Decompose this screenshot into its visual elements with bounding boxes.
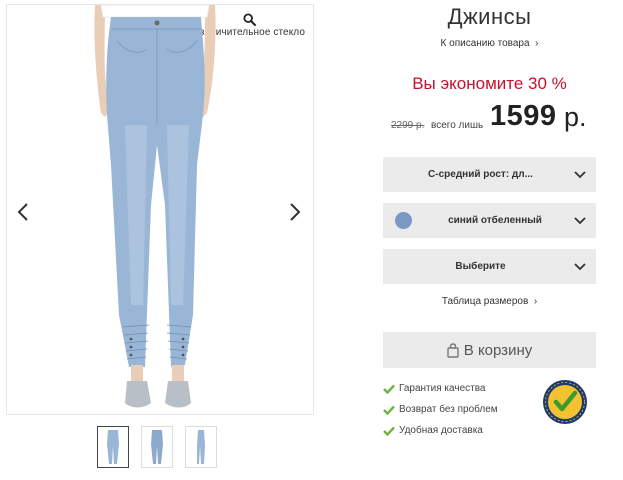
price-row: 2299 р. всего лишь 1599 р. xyxy=(383,100,596,136)
chevron-left-icon xyxy=(17,203,28,221)
add-to-cart-label: В корзину xyxy=(463,341,533,359)
previous-image-button[interactable] xyxy=(13,201,33,223)
benefits-list: Гарантия качества Возврат без проблем Уд… xyxy=(383,378,498,441)
description-link[interactable]: К описанию товара › xyxy=(383,38,596,49)
size-type-value: С-средний рост: дл... xyxy=(428,169,533,180)
product-title: Джинсы xyxy=(447,4,532,29)
benefit-label: Удобная доставка xyxy=(399,425,483,436)
size-value: Выберите xyxy=(455,261,506,272)
product-gallery: Увеличительное стекло xyxy=(6,4,314,415)
savings-text: Вы экономите 30 % xyxy=(412,74,567,93)
shopping-bag-icon xyxy=(447,342,459,358)
benefit-item: Возврат без проблем xyxy=(383,399,498,420)
current-price: 1599 xyxy=(490,100,557,132)
chevron-right-icon xyxy=(290,203,301,221)
chevron-right-icon: › xyxy=(532,38,539,49)
size-table-link[interactable]: Таблица размеров › xyxy=(383,296,596,307)
benefit-label: Гарантия качества xyxy=(399,383,486,394)
checkmark-icon xyxy=(383,405,397,415)
size-select[interactable]: Выберите xyxy=(383,249,596,284)
color-select[interactable]: синий отбеленный xyxy=(383,203,596,238)
chevron-right-icon: › xyxy=(531,296,538,307)
old-price: 2299 р. xyxy=(391,120,425,131)
checkmark-icon xyxy=(383,384,397,394)
chevron-down-icon xyxy=(564,262,596,271)
add-to-cart-button[interactable]: В корзину xyxy=(383,332,596,368)
quality-seal-icon xyxy=(543,380,587,424)
benefit-item: Гарантия качества xyxy=(383,378,498,399)
next-image-button[interactable] xyxy=(285,201,305,223)
currency: р. xyxy=(564,102,587,132)
product-image xyxy=(94,5,216,408)
only-label: всего лишь xyxy=(431,120,484,131)
benefit-item: Удобная доставка xyxy=(383,420,498,441)
thumbnail-side[interactable] xyxy=(185,426,217,468)
thumbnail-back[interactable] xyxy=(141,426,173,468)
color-swatch xyxy=(395,212,412,229)
checkmark-icon xyxy=(383,426,397,436)
size-type-select[interactable]: С-средний рост: дл... xyxy=(383,157,596,192)
chevron-down-icon xyxy=(564,216,596,225)
size-table-label: Таблица размеров xyxy=(441,296,529,307)
thumbnail-front[interactable] xyxy=(97,426,129,468)
thumbnail-strip xyxy=(97,426,217,468)
chevron-down-icon xyxy=(564,170,596,179)
color-value: синий отбеленный xyxy=(448,215,542,226)
benefit-label: Возврат без проблем xyxy=(399,404,498,415)
description-link-label: К описанию товара xyxy=(440,38,530,49)
